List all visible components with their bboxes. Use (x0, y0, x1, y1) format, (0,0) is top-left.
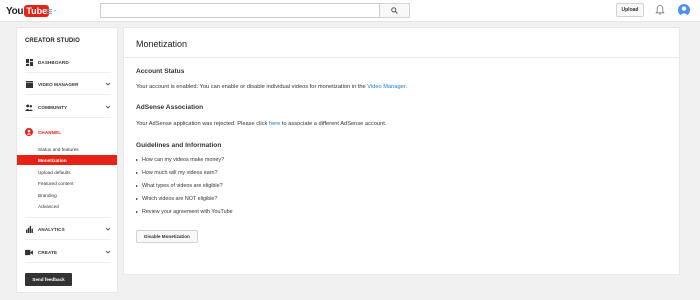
send-feedback-button[interactable]: Send feedback (25, 273, 72, 286)
sidebar-item-video-manager[interactable]: VIDEO MANAGER (25, 78, 111, 90)
sidebar-item-dashboard[interactable]: DASHBOARD (25, 56, 111, 68)
divider (25, 72, 111, 73)
account-status-text-after: . (405, 84, 408, 90)
upload-button[interactable]: Upload (616, 3, 644, 17)
guideline-label: Which videos are NOT eligible? (142, 196, 218, 202)
panel-header: Monetization (124, 28, 679, 58)
channel-subitem-branding[interactable]: Branding (17, 190, 117, 200)
community-icon (25, 103, 33, 111)
youtube-logo[interactable]: You Tube (6, 4, 50, 18)
chevron-down-icon[interactable] (105, 81, 111, 87)
chevron-down-icon[interactable] (105, 249, 111, 255)
avatar[interactable] (678, 4, 690, 16)
disable-monetization-button[interactable]: Disable Monetization (136, 230, 198, 243)
guideline-label: Review your agreement with YouTube (142, 209, 233, 215)
create-icon (25, 248, 33, 256)
monetization-panel: Monetization Account Status Your account… (123, 27, 680, 275)
logo-you-text: You (6, 5, 24, 17)
adsense-heading: AdSense Association (136, 104, 204, 111)
guidelines-heading: Guidelines and Information (136, 142, 222, 149)
search-button[interactable] (380, 3, 410, 18)
adsense-text: Your AdSense application was rejected. P… (136, 121, 386, 127)
chevron-down-icon[interactable] (105, 104, 111, 110)
channel-subitem-monetization[interactable]: Monetization (17, 155, 117, 165)
divider (25, 117, 111, 118)
divider (25, 262, 111, 263)
sidebar-item-create[interactable]: CREATE (25, 246, 111, 258)
chevron-down-icon[interactable] (105, 226, 111, 232)
sidebar-item-analytics[interactable]: ANALYTICS (25, 223, 111, 235)
expand-triangle-icon (136, 198, 138, 200)
divider (25, 94, 111, 95)
channel-subitem-advanced[interactable]: Advanced (17, 201, 117, 211)
guideline-item[interactable]: Review your agreement with YouTube (136, 209, 233, 215)
video-manager-icon (25, 80, 33, 88)
guideline-item[interactable]: What types of videos are eligible? (136, 183, 223, 189)
expand-triangle-icon (136, 211, 138, 213)
analytics-icon (25, 225, 33, 233)
caret-down-icon (54, 10, 56, 12)
channel-subitem-upload-defaults[interactable]: Upload defaults (17, 167, 117, 177)
adsense-text-before: Your AdSense application was rejected. P… (136, 121, 269, 127)
guideline-item[interactable]: How can my videos make money? (136, 157, 224, 163)
sidebar-title: CREATOR STUDIO (25, 38, 80, 44)
sidebar-item-label: DASHBOARD (38, 59, 69, 65)
guideline-label: How much will my videos earn? (142, 170, 218, 176)
divider (25, 217, 111, 218)
channel-icon (25, 128, 33, 136)
search-input[interactable] (100, 3, 380, 18)
guideline-item[interactable]: How much will my videos earn? (136, 170, 218, 176)
adsense-text-after: to associate a different AdSense account… (280, 121, 387, 127)
sidebar-item-label: CHANNEL (38, 129, 62, 135)
expand-triangle-icon (136, 172, 138, 174)
sidebar-item-label: ANALYTICS (38, 226, 65, 232)
search-icon (391, 7, 398, 14)
sidebar-item-label: VIDEO MANAGER (38, 81, 79, 87)
sidebar-item-channel[interactable]: CHANNEL (25, 126, 111, 138)
adsense-here-link[interactable]: here (269, 121, 280, 127)
account-status-text: Your account is enabled. You can enable … (136, 84, 407, 90)
channel-subitem-featured-content[interactable]: Featured content (17, 178, 117, 188)
divider (25, 239, 111, 240)
notifications-bell-icon[interactable] (654, 4, 666, 16)
creator-studio-sidebar: CREATOR STUDIO DASHBOARD VIDEO MANAGER C… (16, 27, 118, 293)
guideline-label: How can my videos make money? (142, 157, 225, 163)
menu-icon (46, 8, 52, 14)
sidebar-item-label: COMMUNITY (38, 104, 68, 110)
guideline-item[interactable]: Which videos are NOT eligible? (136, 196, 217, 202)
expand-triangle-icon (136, 159, 138, 161)
channel-subitem-status[interactable]: Status and features (17, 144, 117, 154)
video-manager-link[interactable]: Video Manager (367, 84, 405, 90)
guide-menu-button[interactable] (46, 7, 58, 15)
account-status-text-before: Your account is enabled. You can enable … (136, 84, 368, 90)
page-title: Monetization (136, 39, 188, 49)
expand-triangle-icon (136, 185, 138, 187)
account-status-heading: Account Status (136, 68, 185, 75)
dashboard-icon (25, 58, 33, 66)
guideline-label: What types of videos are eligible? (142, 183, 223, 189)
sidebar-item-community[interactable]: COMMUNITY (25, 101, 111, 113)
sidebar-item-label: CREATE (38, 249, 58, 255)
top-bar: You Tube Upload (0, 0, 700, 22)
